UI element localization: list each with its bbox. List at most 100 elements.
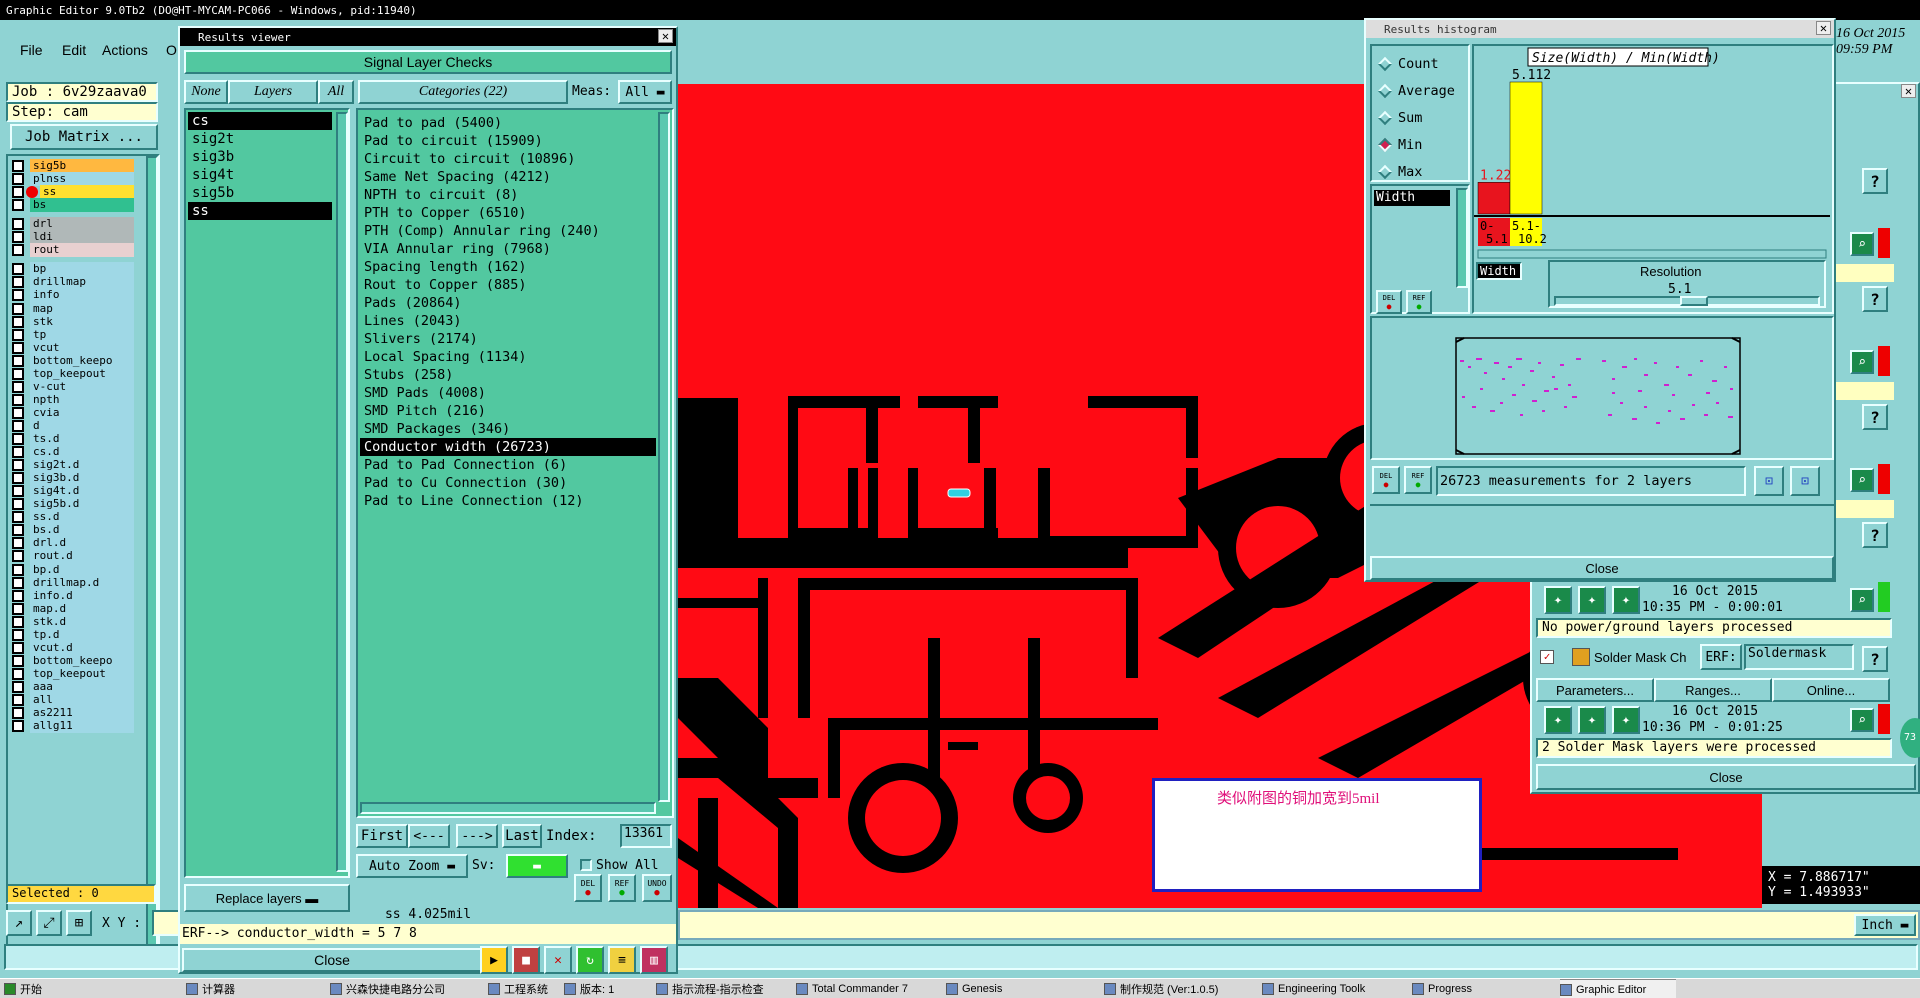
results-close-button[interactable]: Close (182, 948, 482, 972)
layer-row[interactable]: bs (8, 197, 136, 213)
tool-stop-icon[interactable]: ■ (512, 946, 540, 974)
none-button[interactable]: None (184, 80, 228, 104)
category-item[interactable]: Same Net Spacing (4212) (360, 168, 656, 186)
histogram-option[interactable]: Min (1376, 131, 1455, 158)
histogram-del-button-1[interactable]: DEL ● (1376, 290, 1402, 314)
taskbar-item[interactable]: 制作规范 (Ver:1.0.5) (1104, 979, 1218, 998)
run-icon-2a[interactable]: ✦ (1544, 706, 1572, 734)
ranges-button[interactable]: Ranges... (1654, 678, 1772, 702)
menu-edit[interactable]: Edit (62, 42, 86, 58)
taskbar-item[interactable]: 版本: 1 (564, 979, 614, 998)
category-item[interactable]: Circuit to circuit (10896) (360, 150, 656, 168)
job-matrix-button[interactable]: Job Matrix ... (10, 124, 158, 150)
zoom-button-3[interactable]: ⌕ (1850, 468, 1874, 492)
layer-row[interactable]: rout (8, 242, 136, 258)
category-item[interactable]: Pads (20864) (360, 294, 656, 312)
zoom-button-4[interactable]: ⌕ (1850, 588, 1874, 612)
start-button[interactable]: 开始 (4, 979, 42, 998)
tool-icon-3[interactable]: ⊞ (66, 910, 92, 936)
category-item[interactable]: Rout to Copper (885) (360, 276, 656, 294)
run-icon-1c[interactable]: ✦ (1612, 586, 1640, 614)
last-button[interactable]: Last (502, 824, 542, 848)
auto-zoom-dropdown[interactable]: Auto Zoom ▬ (356, 854, 468, 878)
taskbar-item[interactable]: 兴森快捷电路分公司 (330, 979, 445, 998)
help-button-2[interactable]: ? (1862, 286, 1888, 312)
rv-layer-item[interactable]: cs (188, 112, 332, 130)
menu-options[interactable]: O (166, 42, 177, 58)
rv-layer-item[interactable]: sig4t (188, 166, 332, 184)
histogram-option[interactable]: Count (1376, 50, 1455, 77)
radio-diamond-icon[interactable] (1377, 137, 1393, 152)
taskbar-item[interactable]: Engineering Toolk (1262, 979, 1365, 998)
category-item[interactable]: Local Spacing (1134) (360, 348, 656, 366)
category-item[interactable]: Pad to pad (5400) (360, 114, 656, 132)
layer-list[interactable]: sig5b plnss ss bs drl ldi rout bp drillmap info ma… (6, 154, 160, 949)
all-layers-button[interactable]: All (318, 80, 354, 104)
categories-scrollbar-v[interactable] (658, 112, 670, 802)
histogram-item-list[interactable]: Width DEL ● REF ● (1370, 184, 1470, 314)
help-button-1[interactable]: ? (1862, 168, 1888, 194)
analysis-close-x[interactable]: ✕ (1901, 84, 1916, 98)
del-button[interactable]: DEL ● (574, 874, 602, 902)
layer-row[interactable]: allg11 (8, 718, 136, 734)
histogram-del-button-2[interactable]: DEL ● (1372, 466, 1400, 494)
categories-scrollbar-h[interactable] (360, 802, 656, 814)
taskbar-item[interactable]: 工程系统 (488, 979, 548, 998)
histogram-option[interactable]: Sum (1376, 104, 1455, 131)
resolution-slider-thumb[interactable] (1680, 296, 1708, 306)
category-item[interactable]: Spacing length (162) (360, 258, 656, 276)
sv-dropdown[interactable]: ▬ (506, 854, 568, 878)
histogram-item-scrollbar[interactable] (1456, 188, 1468, 288)
chart-bar[interactable] (1477, 182, 1511, 215)
category-item[interactable]: Pad to circuit (15909) (360, 132, 656, 150)
category-item[interactable]: VIA Annular ring (7968) (360, 240, 656, 258)
category-item[interactable]: Stubs (258) (360, 366, 656, 384)
category-item[interactable]: PTH (Comp) Annular ring (240) (360, 222, 656, 240)
category-item[interactable]: PTH to Copper (6510) (360, 204, 656, 222)
histogram-export-icon-1[interactable]: ⊡ (1754, 466, 1784, 496)
rv-layer-item[interactable]: ss (188, 202, 332, 220)
run-icon-2c[interactable]: ✦ (1612, 706, 1640, 734)
taskbar-item[interactable]: 计算器 (186, 979, 235, 998)
parameters-button[interactable]: Parameters... (1536, 678, 1654, 702)
tool-run-icon[interactable]: ▶ (480, 946, 508, 974)
results-viewer-close-x[interactable]: ✕ (658, 29, 673, 43)
category-item[interactable]: SMD Pitch (216) (360, 402, 656, 420)
category-item[interactable]: Lines (2043) (360, 312, 656, 330)
layer-checkbox[interactable] (12, 720, 24, 733)
run-icon-2b[interactable]: ✦ (1578, 706, 1606, 734)
solder-checkbox[interactable]: ✓ (1540, 650, 1554, 664)
zoom-button-2[interactable]: ⌕ (1850, 350, 1874, 374)
zoom-button-1[interactable]: ⌕ (1850, 232, 1874, 256)
category-item[interactable]: Pad to Cu Connection (30) (360, 474, 656, 492)
category-item[interactable]: Slivers (2174) (360, 330, 656, 348)
next-button[interactable]: ---> (456, 824, 498, 848)
histogram-close-x[interactable]: ✕ (1816, 21, 1831, 35)
ref-button[interactable]: REF ● (608, 874, 636, 902)
histogram-close-button[interactable]: Close (1370, 556, 1834, 580)
chart-bar[interactable] (1509, 81, 1543, 215)
online-button[interactable]: Online... (1772, 678, 1890, 702)
category-item[interactable]: Pad to Pad Connection (6) (360, 456, 656, 474)
layers-scrollbar[interactable] (336, 112, 348, 872)
chart-scrollbar[interactable] (1477, 249, 1827, 259)
histogram-option[interactable]: Max (1376, 158, 1455, 185)
zoom-button-5[interactable]: ⌕ (1850, 708, 1874, 732)
radio-diamond-icon[interactable] (1377, 83, 1393, 98)
resolution-slider[interactable] (1554, 296, 1820, 306)
taskbar-item[interactable]: Total Commander 7 (796, 979, 908, 998)
tool-icon-1[interactable]: ↗ (6, 910, 32, 936)
tool-x-icon[interactable]: ✕ (544, 946, 572, 974)
tool-refresh-icon[interactable]: ↻ (576, 946, 604, 974)
category-item[interactable]: Pad to Line Connection (12) (360, 492, 656, 510)
unit-selector[interactable]: Inch ▬ (1854, 914, 1916, 936)
layer-checkbox[interactable] (12, 199, 24, 212)
help-button-3[interactable]: ? (1862, 404, 1888, 430)
histogram-ref-button-1[interactable]: REF ● (1406, 290, 1432, 314)
tool-icon-2[interactable]: ⤢ (36, 910, 62, 936)
menu-actions[interactable]: Actions (102, 42, 148, 58)
histogram-export-icon-2[interactable]: ⊡ (1790, 466, 1820, 496)
prev-button[interactable]: <--- (408, 824, 450, 848)
categories-list[interactable]: Pad to pad (5400) Pad to circuit (15909) C… (356, 108, 674, 818)
layers-list[interactable]: cs sig2t sig3b sig4t sig5b ss (184, 108, 350, 878)
